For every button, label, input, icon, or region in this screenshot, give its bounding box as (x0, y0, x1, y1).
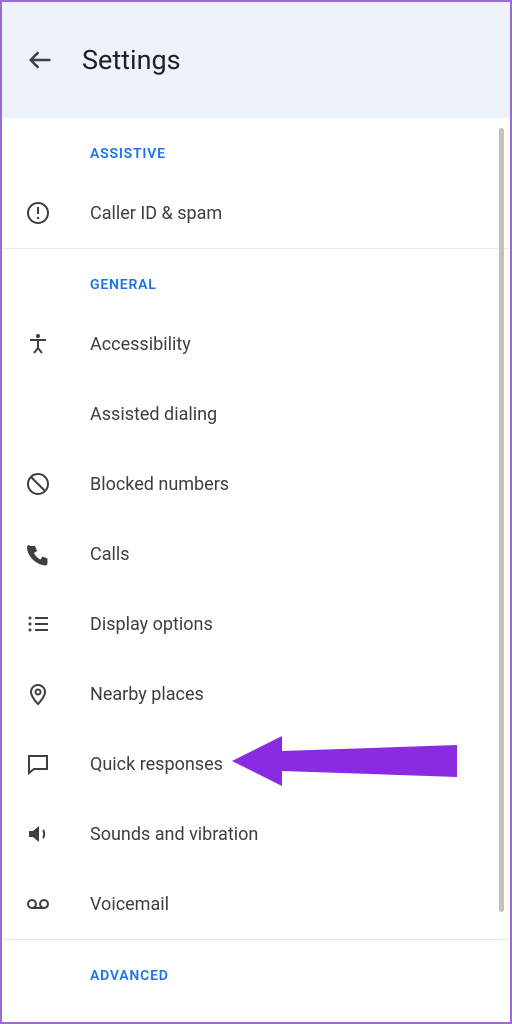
row-label: Quick responses (90, 754, 223, 775)
location-icon (26, 682, 50, 706)
row-label: Voicemail (90, 894, 169, 915)
row-sounds-vibration[interactable]: Sounds and vibration (2, 799, 510, 869)
settings-list: ASSISTIVE Caller ID & spam GENERAL Acces… (2, 118, 510, 1000)
row-accessibility[interactable]: Accessibility (2, 309, 510, 379)
section-header-assistive: ASSISTIVE (2, 118, 510, 178)
app-bar: Settings (2, 2, 510, 118)
section-header-general: GENERAL (2, 249, 510, 309)
section-header-advanced: ADVANCED (2, 940, 510, 1000)
row-display-options[interactable]: Display options (2, 589, 510, 659)
row-blocked-numbers[interactable]: Blocked numbers (2, 449, 510, 519)
row-quick-responses[interactable]: Quick responses (2, 729, 510, 799)
row-label: Sounds and vibration (90, 824, 258, 845)
row-label: Accessibility (90, 334, 191, 355)
back-button[interactable] (26, 46, 54, 74)
alert-icon (26, 201, 50, 225)
row-label: Nearby places (90, 684, 204, 705)
scrollbar[interactable] (499, 128, 504, 912)
chat-icon (26, 752, 50, 776)
row-label: Caller ID & spam (90, 203, 222, 224)
arrow-back-icon (26, 46, 54, 74)
phone-icon (26, 542, 50, 566)
block-icon (26, 472, 50, 496)
row-label: Display options (90, 614, 213, 635)
list-icon (26, 612, 50, 636)
row-label: Calls (90, 544, 130, 565)
volume-icon (26, 822, 50, 846)
page-title: Settings (82, 44, 181, 76)
row-nearby-places[interactable]: Nearby places (2, 659, 510, 729)
row-calls[interactable]: Calls (2, 519, 510, 589)
row-label: Blocked numbers (90, 474, 229, 495)
settings-screen: Settings ASSISTIVE Caller ID & spam GENE… (0, 0, 512, 1024)
row-label: Assisted dialing (90, 404, 217, 425)
row-voicemail[interactable]: Voicemail (2, 869, 510, 939)
row-assisted-dialing[interactable]: Assisted dialing (2, 379, 510, 449)
voicemail-icon (26, 892, 50, 916)
accessibility-icon (26, 332, 50, 356)
row-caller-id-spam[interactable]: Caller ID & spam (2, 178, 510, 248)
